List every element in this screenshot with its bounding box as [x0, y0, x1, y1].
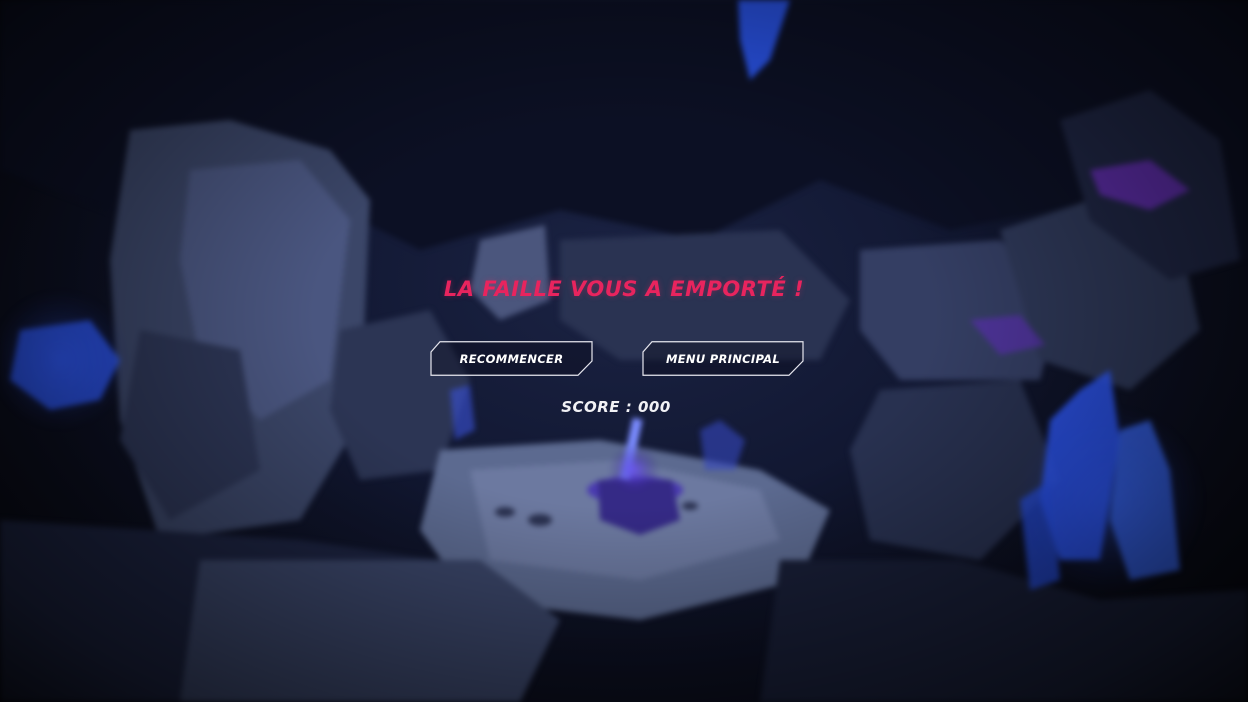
- game-over-overlay: LA FAILLE VOUS A EMPORTÉ ! RECOMMENCER M…: [0, 0, 1248, 702]
- restart-button-label: RECOMMENCER: [459, 351, 564, 366]
- score-text: SCORE : 000: [561, 398, 671, 416]
- game-scene: LA FAILLE VOUS A EMPORTÉ ! RECOMMENCER M…: [0, 0, 1248, 702]
- main-menu-button-label: MENU PRINCIPAL: [666, 351, 780, 366]
- restart-button[interactable]: RECOMMENCER: [430, 341, 593, 376]
- game-over-title: LA FAILLE VOUS A EMPORTÉ !: [443, 277, 805, 301]
- main-menu-button[interactable]: MENU PRINCIPAL: [642, 341, 804, 376]
